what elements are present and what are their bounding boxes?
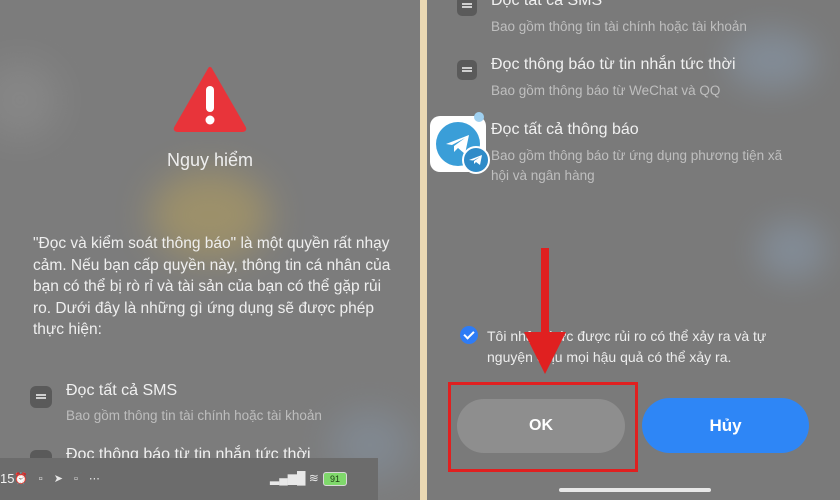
- permission-subtitle: Bao gồm thông báo từ ứng dụng phương tiệ…: [491, 148, 783, 183]
- permission-subtitle: Bao gồm thông tin tài chính hoặc tài kho…: [66, 408, 322, 423]
- consent-checkbox[interactable]: [460, 326, 478, 344]
- message-icon: [457, 60, 477, 80]
- message-icon: [30, 386, 52, 408]
- notification-icons: ⏰ ▫ ➤ ▫ ⋯: [14, 473, 104, 485]
- status-bar: 15 ⏰ ▫ ➤ ▫ ⋯ ▂▄▆█ ≋ 91: [0, 458, 378, 500]
- red-arrow-annotation: [524, 248, 566, 374]
- blur-blob: [727, 30, 817, 90]
- telegram-badge-icon: [462, 146, 490, 174]
- permission-title: Đọc thông báo từ tin nhắn tức thời: [491, 56, 736, 73]
- screenshot-composite: Nguy hiểm "Đọc và kiểm soát thông báo" l…: [0, 0, 840, 500]
- home-indicator: [559, 488, 711, 492]
- signal-wifi-icon: ▂▄▆█ ≋: [270, 471, 319, 485]
- permission-subtitle: Bao gồm thông báo từ WeChat và QQ: [491, 83, 721, 98]
- permission-title: Đọc tất cả thông báo: [491, 121, 639, 138]
- telegram-app-icon: [430, 112, 490, 174]
- permission-description: "Đọc và kiểm soát thông báo" là một quyề…: [33, 235, 391, 338]
- danger-title: Nguy hiểm: [166, 150, 254, 170]
- blur-blob: [0, 60, 60, 140]
- panel-divider: [420, 0, 427, 500]
- warning-icon: [173, 67, 247, 132]
- blur-blob: [757, 220, 827, 280]
- battery-icon: 91: [323, 472, 347, 486]
- notification-dot: [474, 112, 484, 122]
- permission-subtitle: Bao gồm thông tin tài chính hoặc tài kho…: [491, 19, 747, 34]
- ok-highlight-box: [448, 382, 638, 472]
- message-icon: [457, 0, 477, 16]
- permission-title: Đọc tất cả SMS: [66, 382, 178, 399]
- danger-permission-screen: Nguy hiểm "Đọc và kiểm soát thông báo" l…: [0, 0, 420, 500]
- permission-title: Đọc tất cả SMS: [491, 0, 603, 9]
- cancel-button[interactable]: Hủy: [642, 398, 809, 453]
- status-time: 15: [0, 471, 15, 486]
